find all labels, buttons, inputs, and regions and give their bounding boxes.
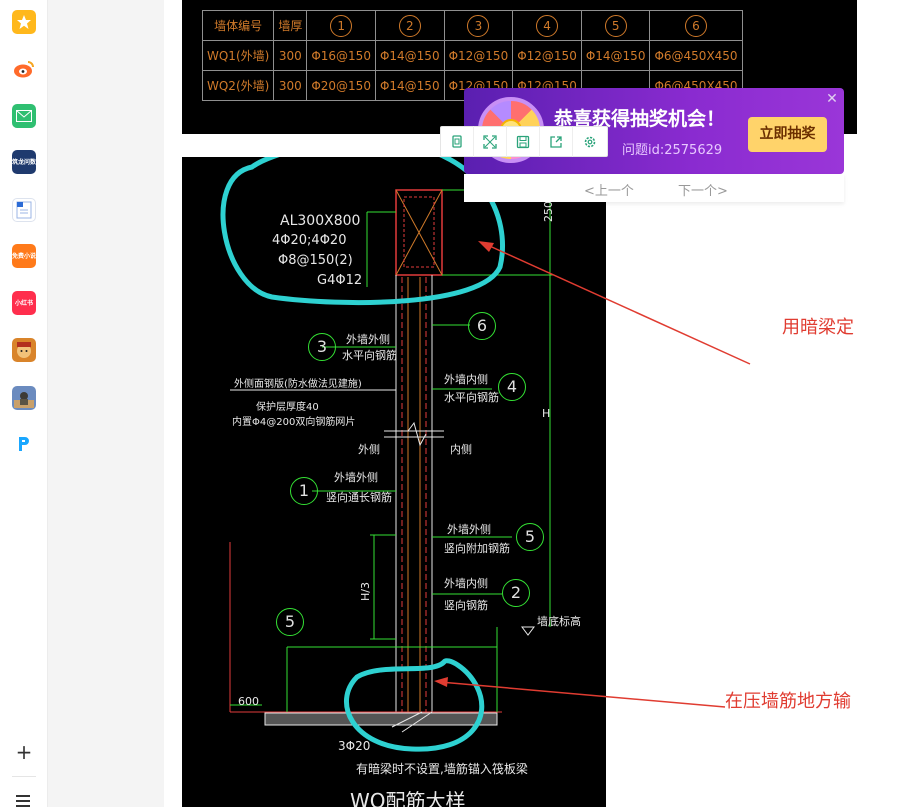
- copy-icon[interactable]: [441, 126, 474, 157]
- image-toolbar: [440, 126, 608, 157]
- save-icon[interactable]: [507, 126, 540, 157]
- share-icon[interactable]: [540, 126, 573, 157]
- settings-icon[interactable]: [573, 126, 606, 157]
- question-id: 问题id:2575629: [622, 143, 723, 158]
- close-icon[interactable]: ✕: [824, 91, 840, 107]
- draw-now-button[interactable]: 立即抽奖: [748, 117, 827, 152]
- annotation-upper: 用暗梁定: [782, 317, 854, 338]
- annotation-lower: 在压墙筋地方输: [725, 691, 851, 712]
- next-link[interactable]: 下一个>: [678, 180, 728, 199]
- fullscreen-icon[interactable]: [474, 126, 507, 157]
- question-nav: <上一个 下一个>: [464, 174, 844, 202]
- previous-link[interactable]: <上一个: [584, 180, 634, 199]
